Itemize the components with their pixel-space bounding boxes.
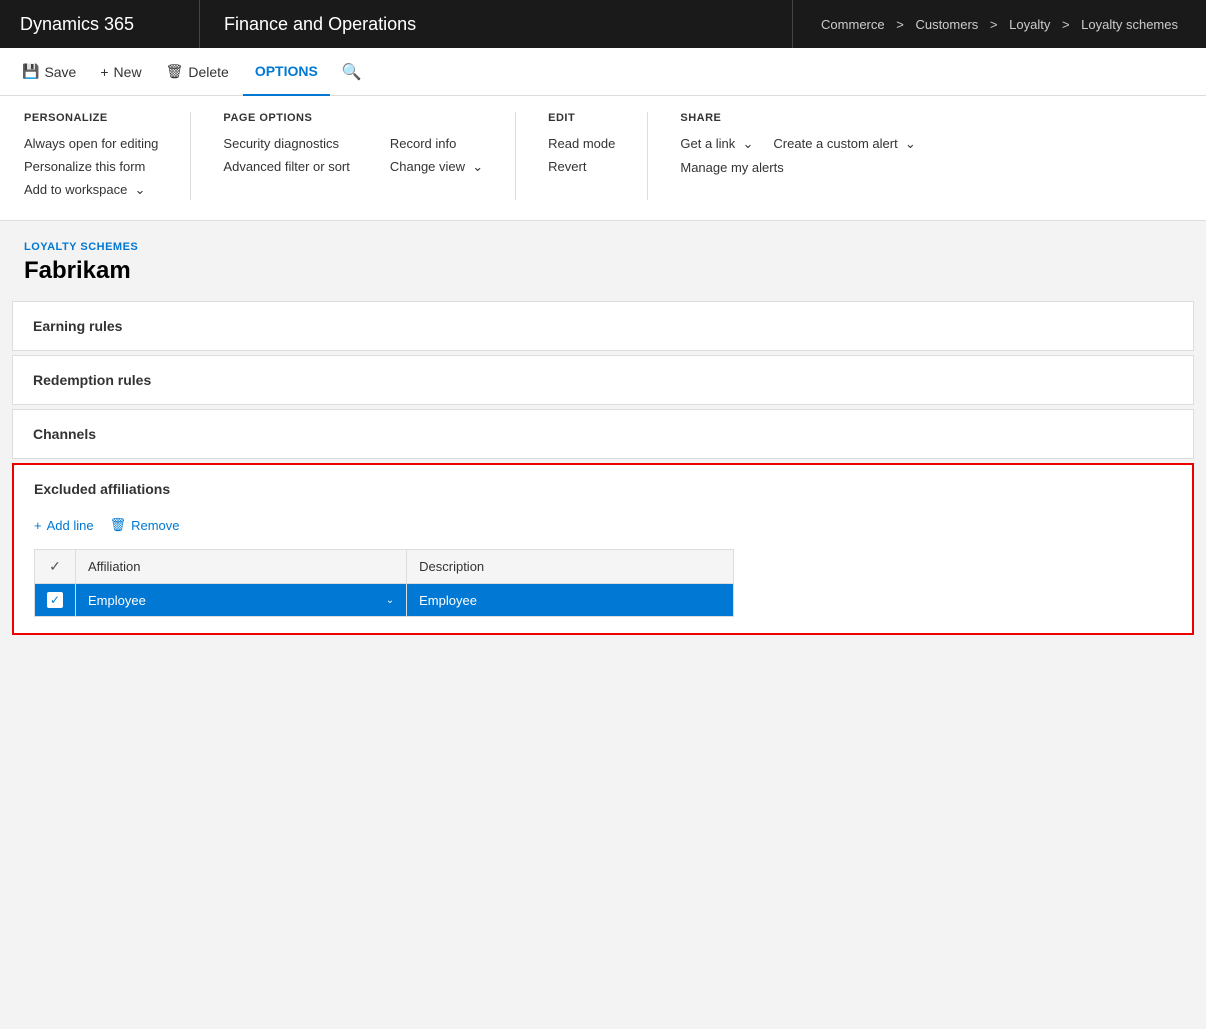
save-button[interactable]: 💾 Save xyxy=(12,57,86,86)
main-content: LOYALTY SCHEMES Fabrikam Earning rules R… xyxy=(0,221,1206,679)
remove-label: Remove xyxy=(131,518,179,533)
earning-rules-title: Earning rules xyxy=(33,318,1173,334)
delete-icon: 🗑 xyxy=(166,63,184,80)
options-panel: PERSONALIZE Always open for editing Pers… xyxy=(0,96,1206,221)
breadcrumb-customers[interactable]: Customers xyxy=(915,17,978,32)
add-line-icon: + xyxy=(34,518,42,533)
page-options-col2: Record info Change view ⌄ xyxy=(390,134,483,177)
description-column-header: Description xyxy=(407,550,734,584)
bottom-spacer xyxy=(0,639,1206,679)
top-navigation: Dynamics 365 Finance and Operations Comm… xyxy=(0,0,1206,48)
breadcrumb-commerce[interactable]: Commerce xyxy=(821,17,885,32)
checkmark-icon: ✓ xyxy=(47,592,63,608)
app-label: Finance and Operations xyxy=(224,14,416,35)
personalize-title: PERSONALIZE xyxy=(24,112,158,124)
breadcrumb-loyalty-schemes[interactable]: Loyalty schemes xyxy=(1081,17,1178,32)
share-row1: Get a link ⌄ Create a custom alert ⌄ xyxy=(680,134,915,154)
new-button[interactable]: + New xyxy=(90,58,151,86)
create-custom-alert-item[interactable]: Create a custom alert ⌄ xyxy=(773,134,915,154)
add-to-workspace-item[interactable]: Add to workspace ⌄ xyxy=(24,180,158,200)
page-options-col1: Security diagnostics Advanced filter or … xyxy=(223,134,349,177)
revert-item[interactable]: Revert xyxy=(548,157,615,176)
description-cell: Employee xyxy=(407,584,734,617)
action-toolbar: 💾 Save + New 🗑 Delete OPTIONS 🔍 xyxy=(0,48,1206,96)
app-name: Finance and Operations xyxy=(200,0,793,48)
channels-section[interactable]: Channels xyxy=(12,409,1194,459)
excluded-affiliations-section: Excluded affiliations + Add line 🗑 Remov… xyxy=(12,463,1194,635)
delete-label: Delete xyxy=(188,64,228,80)
advanced-filter-item[interactable]: Advanced filter or sort xyxy=(223,157,349,176)
remove-button[interactable]: 🗑 Remove xyxy=(110,513,180,537)
row-checkbox[interactable]: ✓ xyxy=(35,584,76,617)
excluded-table-toolbar: + Add line 🗑 Remove xyxy=(34,513,1172,537)
edit-title: EDIT xyxy=(548,112,615,124)
personalize-items: Always open for editing Personalize this… xyxy=(24,134,158,200)
affiliation-cell[interactable]: Employee ⌄ xyxy=(76,584,407,617)
edit-group: EDIT Read mode Revert xyxy=(548,112,648,200)
page-options-columns: Security diagnostics Advanced filter or … xyxy=(223,134,483,177)
sections-container: Earning rules Redemption rules Channels xyxy=(0,301,1206,459)
redemption-rules-section[interactable]: Redemption rules xyxy=(12,355,1194,405)
get-link-item[interactable]: Get a link ⌄ xyxy=(680,134,753,154)
channels-title: Channels xyxy=(33,426,1173,442)
table-row[interactable]: ✓ Employee ⌄ Employee xyxy=(35,584,734,617)
affiliation-column-header: Affiliation xyxy=(76,550,407,584)
affiliations-table: ✓ Affiliation Description ✓ Employee ⌄ xyxy=(34,549,734,617)
record-info-item[interactable]: Record info xyxy=(390,134,483,153)
always-open-editing-item[interactable]: Always open for editing xyxy=(24,134,158,153)
breadcrumb-sep-1: > xyxy=(893,17,908,32)
page-header: LOYALTY SCHEMES Fabrikam xyxy=(0,221,1206,301)
share-group: SHARE Get a link ⌄ Create a custom alert… xyxy=(680,112,947,200)
earning-rules-section[interactable]: Earning rules xyxy=(12,301,1194,351)
edit-items: Read mode Revert xyxy=(548,134,615,176)
breadcrumb-sep-3: > xyxy=(1058,17,1073,32)
share-title: SHARE xyxy=(680,112,915,124)
options-tab[interactable]: OPTIONS xyxy=(243,48,330,96)
page-options-title: PAGE OPTIONS xyxy=(223,112,483,124)
personalize-form-item[interactable]: Personalize this form xyxy=(24,157,158,176)
breadcrumb-loyalty[interactable]: Loyalty xyxy=(1009,17,1050,32)
page-options-group: PAGE OPTIONS Security diagnostics Advanc… xyxy=(223,112,516,200)
search-icon: 🔍 xyxy=(342,62,362,82)
page-title: Fabrikam xyxy=(24,257,1182,285)
remove-icon: 🗑 xyxy=(110,517,127,533)
options-label: OPTIONS xyxy=(255,63,318,79)
delete-button[interactable]: 🗑 Delete xyxy=(156,57,239,86)
dynamics-label: Dynamics 365 xyxy=(20,14,134,35)
share-items: Get a link ⌄ Create a custom alert ⌄ Man… xyxy=(680,134,915,177)
search-button[interactable]: 🔍 xyxy=(334,56,370,88)
check-icon: ✓ xyxy=(49,558,61,574)
new-icon: + xyxy=(100,64,108,80)
description-value: Employee xyxy=(419,593,477,608)
security-diagnostics-item[interactable]: Security diagnostics xyxy=(223,134,349,153)
affiliation-dropdown-icon[interactable]: ⌄ xyxy=(386,595,394,606)
affiliation-cell-content: Employee ⌄ xyxy=(88,593,394,608)
add-line-label: Add line xyxy=(47,518,94,533)
read-mode-item[interactable]: Read mode xyxy=(548,134,615,153)
change-view-item[interactable]: Change view ⌄ xyxy=(390,157,483,177)
save-icon: 💾 xyxy=(22,63,39,80)
redemption-rules-title: Redemption rules xyxy=(33,372,1173,388)
excluded-affiliations-title: Excluded affiliations xyxy=(34,481,1172,497)
personalize-group: PERSONALIZE Always open for editing Pers… xyxy=(24,112,191,200)
add-line-button[interactable]: + Add line xyxy=(34,514,94,537)
breadcrumb-sep-2: > xyxy=(986,17,1001,32)
breadcrumb: Commerce > Customers > Loyalty > Loyalty… xyxy=(793,0,1206,48)
new-label: New xyxy=(114,64,142,80)
save-label: Save xyxy=(44,64,76,80)
page-header-label: LOYALTY SCHEMES xyxy=(24,241,1182,253)
affiliation-value: Employee xyxy=(88,593,146,608)
dynamics-brand[interactable]: Dynamics 365 xyxy=(0,0,200,48)
check-column-header: ✓ xyxy=(35,550,76,584)
manage-alerts-item[interactable]: Manage my alerts xyxy=(680,158,915,177)
table-header-row: ✓ Affiliation Description xyxy=(35,550,734,584)
